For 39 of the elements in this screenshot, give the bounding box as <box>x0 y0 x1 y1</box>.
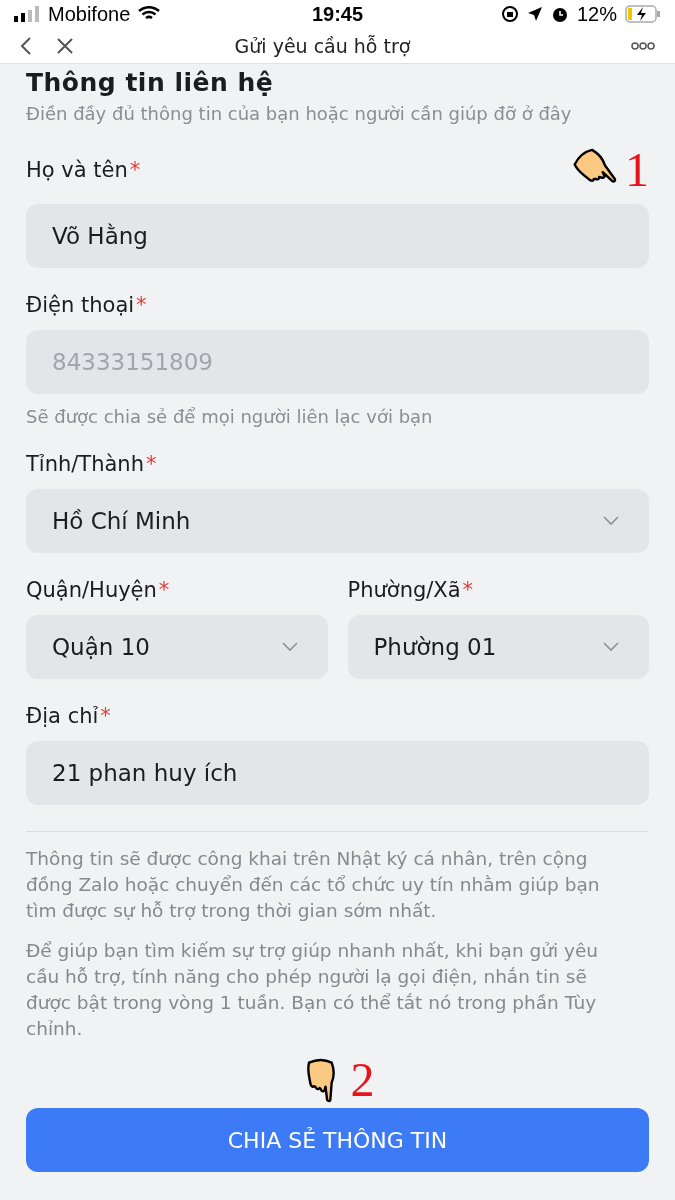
close-icon[interactable] <box>56 36 74 55</box>
dropdown-field[interactable]: Hồ Chí Minh <box>26 489 649 553</box>
chevron-down-icon <box>603 516 619 526</box>
location-arrow-icon <box>526 6 543 23</box>
field-label: Họ và tên <box>26 158 128 182</box>
clock-time: 19:45 <box>311 2 364 26</box>
share-info-button[interactable]: CHIA SẺ THÔNG TIN <box>26 1108 649 1172</box>
required-asterisk: * <box>136 293 147 317</box>
section-title: Thông tin liên hệ <box>26 68 275 97</box>
field-label: Quận/Huyện <box>26 578 157 602</box>
field-label: Tỉnh/Thành <box>26 452 144 476</box>
section-subtitle: Điền đầy đủ thông tin của bạn hoặc người cần giúp đỡ ở đây <box>26 103 573 124</box>
battery-charging-icon <box>625 5 661 24</box>
text-field[interactable]: Võ Hằng <box>26 204 649 268</box>
back-icon[interactable] <box>20 35 32 56</box>
text-field[interactable]: 21 phan huy ích <box>26 741 649 805</box>
chevron-down-icon <box>603 642 619 652</box>
info-paragraph: Thông tin sẽ được công khai trên Nhật ký cá nhân, trên cộng đồng Zalo hoặc chuyển đến các tổ chức uy tín nhằm giúp bạn tìm được sự hỗ trợ trong thời gian sớm nhất. <box>26 847 601 923</box>
alarm-clock-icon <box>550 5 569 24</box>
required-asterisk: * <box>462 578 474 602</box>
page-title: Gửi yêu cầu hỗ trợ <box>233 34 412 57</box>
required-asterisk: * <box>100 704 111 728</box>
required-asterisk: * <box>129 158 141 182</box>
field-label: Điện thoại <box>26 293 135 317</box>
field-hint: Sẽ được chia sẻ để mọi người liên lạc với bạn <box>26 406 434 427</box>
chevron-down-icon <box>281 642 298 652</box>
required-asterisk: * <box>158 578 170 602</box>
more-icon[interactable] <box>631 41 655 50</box>
info-paragraph: Để giúp bạn tìm kiếm sự trợ giúp nhanh nhất, khi bạn gửi yêu cầu hỗ trợ, tính năng cho phép người lạ gọi điện, nhắn tin sẽ được bật trong vòng 1 tuần. Bạn có thể tắt nó trong phần Tùy chỉnh. <box>26 939 600 1041</box>
carrier-name: Mobifone <box>48 2 131 26</box>
step-number: 1 <box>625 146 649 194</box>
field-label: Phường/Xã <box>347 578 461 602</box>
battery-percent: 12% <box>576 2 617 26</box>
step-number: 2 <box>350 1056 375 1104</box>
field-label: Địa chỉ <box>26 704 99 728</box>
signal-icon <box>14 6 40 23</box>
required-asterisk: * <box>146 452 157 476</box>
dropdown-field[interactable]: Quận 10 <box>26 615 328 679</box>
dropdown-field[interactable]: Phường 01 <box>347 615 649 679</box>
